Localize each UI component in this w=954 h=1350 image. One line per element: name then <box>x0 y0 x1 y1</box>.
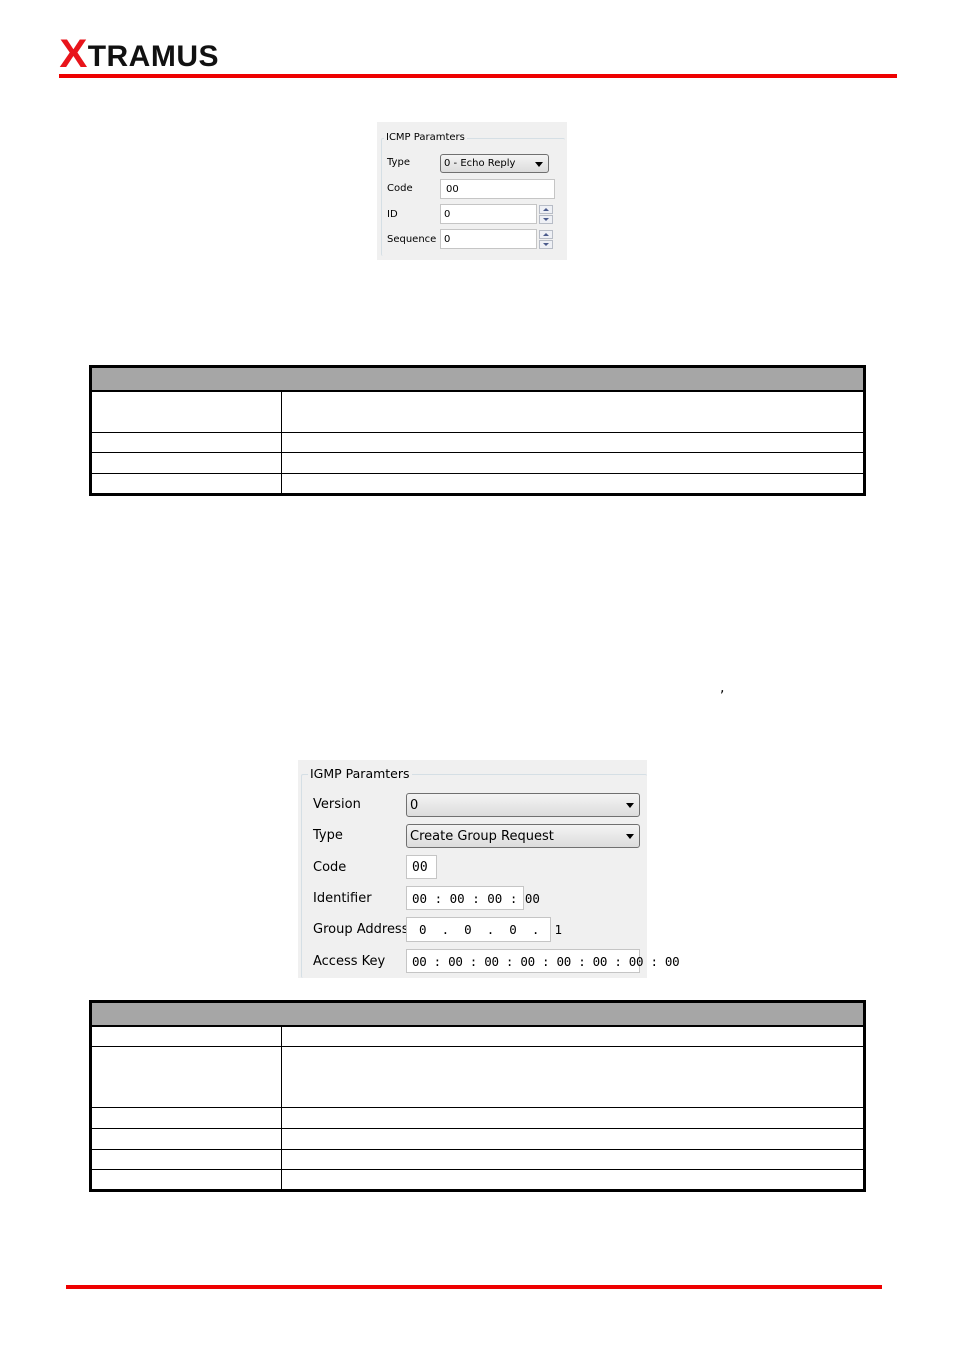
icmp-id-value: 0 <box>444 208 451 220</box>
table-cell <box>281 1046 865 1108</box>
icmp-code-label: Code <box>387 183 413 194</box>
table-cell <box>90 452 282 474</box>
spin-up-icon[interactable] <box>539 205 553 214</box>
logo-text: TRAMUS <box>87 40 220 73</box>
table-cell <box>281 1107 865 1129</box>
table-cell <box>281 1169 865 1191</box>
icmp-code-value: 00 <box>446 183 459 195</box>
icmp-panel-title: ICMP Paramters <box>384 132 467 143</box>
igmp-group-address-value: 0 . 0 . 0 . 1 <box>419 922 562 937</box>
igmp-identifier-label: Identifier <box>313 891 372 906</box>
igmp-code-value: 00 <box>412 859 428 875</box>
icmp-fields-table <box>89 365 866 496</box>
table-row <box>90 1107 865 1129</box>
table-cell <box>281 1128 865 1150</box>
igmp-group-address-input[interactable]: 0 . 0 . 0 . 1 <box>406 917 562 942</box>
igmp-type-value: Create Group Request <box>410 828 554 844</box>
table-cell <box>281 473 865 495</box>
spin-up-icon[interactable] <box>539 230 553 239</box>
table-row <box>90 390 865 433</box>
icmp-type-select[interactable]: 0 - Echo Reply <box>440 154 549 173</box>
table-row <box>90 1046 865 1108</box>
table-row <box>90 1025 865 1047</box>
igmp-version-select[interactable]: 0 <box>406 793 640 817</box>
igmp-code-label: Code <box>313 860 347 875</box>
table-cell <box>90 1149 282 1170</box>
icmp-id-label: ID <box>387 209 398 220</box>
table-cell <box>281 432 865 453</box>
igmp-version-label: Version <box>313 797 361 812</box>
table-cell <box>281 452 865 474</box>
igmp-fields-table <box>89 1000 866 1192</box>
table-cell <box>90 432 282 453</box>
footer-divider <box>66 1285 882 1289</box>
table-row <box>90 1169 865 1191</box>
icmp-sequence-spinner[interactable] <box>539 230 553 249</box>
table-cell <box>90 1107 282 1129</box>
igmp-access-key-input[interactable]: 00 : 00 : 00 : 00 : 00 : 00 : 00 : 00 <box>406 949 680 973</box>
spin-down-icon[interactable] <box>539 240 553 249</box>
igmp-access-key-label: Access Key <box>313 954 386 969</box>
icmp-sequence-input[interactable]: 0 <box>440 229 537 249</box>
chevron-down-icon <box>626 834 634 839</box>
igmp-parameters-panel: IGMP Paramters Version 0 Type Create Gro… <box>298 760 680 978</box>
table-cell <box>90 1025 282 1047</box>
igmp-identifier-input[interactable]: 00 : 00 : 00 : 00 <box>406 886 540 910</box>
header-divider <box>59 74 897 78</box>
table-row <box>90 1128 865 1150</box>
table-row <box>90 473 865 495</box>
stray-comma: , <box>720 680 725 696</box>
table-row <box>90 432 865 453</box>
chevron-down-icon <box>626 803 634 808</box>
icmp-sequence-value: 0 <box>444 233 451 245</box>
table-cell <box>281 1025 865 1047</box>
igmp-identifier-value: 00 : 00 : 00 : 00 <box>412 890 540 906</box>
icmp-sequence-label: Sequence <box>387 234 437 245</box>
igmp-code-input[interactable]: 00 <box>406 855 437 879</box>
table-cell <box>90 1169 282 1191</box>
igmp-group-address-label: Group Address <box>313 922 409 937</box>
table-header <box>90 366 865 392</box>
table-cell <box>281 390 865 433</box>
icmp-type-label: Type <box>387 157 410 168</box>
igmp-type-label: Type <box>313 828 343 843</box>
table-cell <box>90 473 282 495</box>
chevron-down-icon <box>535 161 543 167</box>
icmp-parameters-panel: ICMP Paramters Type 0 - Echo Reply Code … <box>377 122 567 260</box>
igmp-version-value: 0 <box>410 797 419 813</box>
table-row <box>90 452 865 474</box>
table-row <box>90 1149 865 1170</box>
table-cell <box>90 1046 282 1108</box>
spin-down-icon[interactable] <box>539 215 553 224</box>
igmp-type-select[interactable]: Create Group Request <box>406 824 640 848</box>
xtramus-logo: X TRAMUS <box>59 32 220 76</box>
igmp-access-key-value: 00 : 00 : 00 : 00 : 00 : 00 : 00 : 00 <box>412 953 680 969</box>
table-cell <box>281 1149 865 1170</box>
table-header <box>90 1001 865 1027</box>
icmp-type-value: 0 - Echo Reply <box>444 158 516 169</box>
icmp-id-spinner[interactable] <box>539 205 553 224</box>
table-cell <box>90 390 282 433</box>
igmp-panel-title: IGMP Paramters <box>308 766 412 781</box>
icmp-code-input[interactable]: 00 <box>440 179 555 199</box>
table-cell <box>90 1128 282 1150</box>
logo-initial: X <box>59 32 88 76</box>
icmp-id-input[interactable]: 0 <box>440 204 537 224</box>
